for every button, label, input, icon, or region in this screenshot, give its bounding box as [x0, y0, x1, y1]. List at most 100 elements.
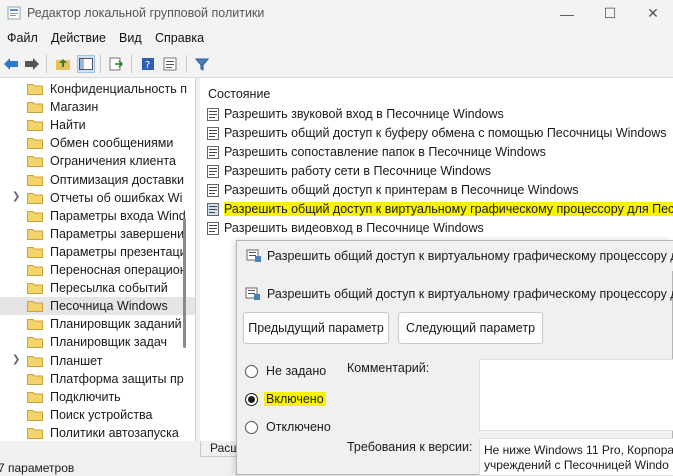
folder-icon [27, 355, 43, 367]
folder-icon [27, 283, 43, 295]
tree-item[interactable]: Ограничения клиента [0, 152, 195, 170]
help-button[interactable]: ? [139, 55, 157, 73]
radio-enabled-indicator[interactable] [245, 393, 258, 406]
tree-item[interactable]: Подключить [0, 388, 195, 406]
export-list-button[interactable] [107, 55, 125, 73]
radio-enabled-label[interactable]: Включено [264, 392, 326, 406]
properties-button[interactable] [161, 55, 179, 73]
tree-item-label: Планшет [50, 353, 103, 368]
folder-icon [27, 210, 43, 222]
tree-item[interactable]: Магазин [0, 98, 195, 116]
menu-bar: Файл Действие Вид Справка [0, 27, 673, 50]
tree-item[interactable]: Переносная операцион [0, 261, 195, 279]
tree-item[interactable]: Планировщик задач [0, 333, 195, 351]
folder-icon [27, 265, 43, 276]
show-hide-tree-button[interactable] [77, 55, 95, 73]
export-list-icon [109, 57, 123, 71]
tree-item-label: Планировщик заданий [50, 317, 182, 332]
tree-item[interactable]: Политики автозапуска [0, 424, 195, 441]
policy-dialog-icon [246, 249, 261, 262]
folder-icon [27, 192, 43, 204]
toolbar-separator [131, 55, 132, 73]
tree-item[interactable]: Песочница Windows [0, 297, 195, 316]
tree-item[interactable]: Найти [0, 116, 195, 134]
radio-enabled[interactable]: Включено [245, 391, 355, 409]
folder-icon [27, 156, 43, 168]
policy-setting-icon [207, 108, 219, 121]
previous-setting-button[interactable]: Предыдущий параметр [243, 312, 389, 344]
column-header-state[interactable]: Состояние [208, 87, 270, 101]
tree-item-label: Платформа защиты пр [50, 371, 184, 386]
radio-not-configured-indicator[interactable] [245, 365, 258, 378]
folder-icon [27, 246, 43, 258]
tree-item[interactable]: Параметры презентаци [0, 243, 195, 261]
requirements-line-1: Не ниже Windows 11 Pro, Корпорат [484, 443, 673, 457]
tree-item-label: Найти [50, 118, 86, 133]
policy-setting-icon [207, 146, 219, 159]
tree-item[interactable]: Пересылка событий [0, 279, 195, 297]
forward-button[interactable] [23, 55, 41, 73]
comment-textarea[interactable] [479, 359, 673, 431]
expand-chevron-icon[interactable]: ❯ [12, 191, 20, 202]
tree-item[interactable]: Планировщик заданий [0, 315, 195, 333]
tree-item[interactable]: ❯ Планшет [0, 352, 195, 370]
up-level-button[interactable] [54, 55, 72, 73]
tree-item[interactable]: Параметры входа Wind [0, 207, 195, 225]
close-button[interactable]: ✕ [633, 0, 673, 27]
policy-label: Разрешить работу сети в Песочнице Window… [224, 164, 492, 178]
menu-action[interactable]: Действие [51, 31, 106, 45]
radio-disabled-label[interactable]: Отключено [264, 420, 333, 434]
radio-disabled[interactable]: Отключено [245, 419, 355, 437]
tree-item[interactable]: Платформа защиты пр [0, 370, 195, 388]
requirements-label: Требования к версии: [347, 440, 473, 454]
radio-disabled-indicator[interactable] [245, 421, 258, 434]
policy-row[interactable]: Разрешить работу сети в Песочнице Window… [200, 162, 673, 181]
policy-row[interactable]: Разрешить общий доступ к принтерам в Пес… [200, 181, 673, 200]
tree-item-label: Магазин [50, 100, 99, 115]
folder-icon [27, 301, 43, 313]
filter-icon [195, 58, 209, 71]
radio-not-configured[interactable]: Не задано [245, 363, 355, 381]
folder-icon [27, 427, 43, 439]
policy-setting-icon [207, 127, 219, 140]
back-button[interactable] [2, 55, 20, 73]
maximize-button[interactable]: ☐ [590, 0, 630, 27]
policy-row[interactable]: Разрешить общий доступ к виртуальному гр… [200, 200, 673, 219]
folder-icon [27, 319, 43, 331]
tree-item-label: Переносная операцион [50, 263, 187, 277]
tree-item[interactable]: Поиск устройства [0, 406, 195, 424]
tree-item[interactable]: Оптимизация доставки [0, 171, 195, 189]
tree-item-label: Поиск устройства [50, 407, 153, 422]
next-setting-button[interactable]: Следующий параметр [398, 312, 543, 344]
tree-item-label: Отчеты об ошибках Wi [50, 190, 183, 205]
radio-not-configured-label[interactable]: Не задано [264, 364, 328, 378]
expand-chevron-icon[interactable]: ❯ [12, 354, 20, 365]
dialog-title: Разрешить общий доступ к виртуальному гр… [267, 249, 673, 263]
tree-item[interactable]: Обмен сообщениями [0, 134, 195, 152]
policy-row[interactable]: Разрешить сопоставление папок в Песочниц… [200, 143, 673, 162]
forward-arrow-icon [25, 58, 39, 70]
policy-row[interactable]: Разрешить звуковой вход в Песочнице Wind… [200, 105, 673, 124]
folder-icon [27, 174, 43, 186]
menu-file[interactable]: Файл [7, 31, 38, 45]
tree-item[interactable]: ❯ Отчеты об ошибках Wi [0, 189, 195, 207]
folder-icon [27, 391, 43, 403]
requirements-field: Не ниже Windows 11 Pro, Корпорат учрежде… [479, 438, 673, 476]
folder-icon [27, 228, 43, 240]
tree-item[interactable]: Параметры завершени [0, 225, 195, 243]
navigation-tree: Конфиденциальность п Магазин Найти Обмен со… [0, 78, 196, 441]
minimize-button[interactable]: — [547, 0, 587, 27]
tree-item-label: Обмен сообщениями [50, 136, 174, 151]
tree-item-label: Подключить [50, 389, 121, 404]
folder-icon [27, 120, 43, 132]
policy-row[interactable]: Разрешить общий доступ к буферу обмена с… [200, 124, 673, 143]
menu-view[interactable]: Вид [119, 31, 142, 45]
filter-button[interactable] [193, 55, 211, 73]
policy-row[interactable]: Разрешить видеовход в Песочнице Windows [200, 219, 673, 238]
menu-help[interactable]: Справка [155, 31, 204, 45]
policy-label: Разрешить общий доступ к виртуальному гр… [224, 202, 673, 216]
tree-item[interactable]: Конфиденциальность п [0, 80, 195, 98]
tree-scrollbar[interactable] [183, 218, 186, 348]
tab-extended[interactable]: Расш [200, 441, 240, 457]
tree-item-label: Пересылка событий [50, 281, 168, 296]
